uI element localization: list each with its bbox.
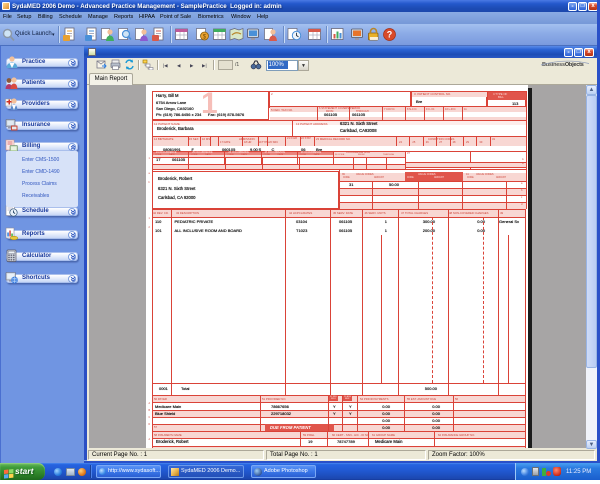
svg-text:?: ? — [387, 30, 393, 40]
